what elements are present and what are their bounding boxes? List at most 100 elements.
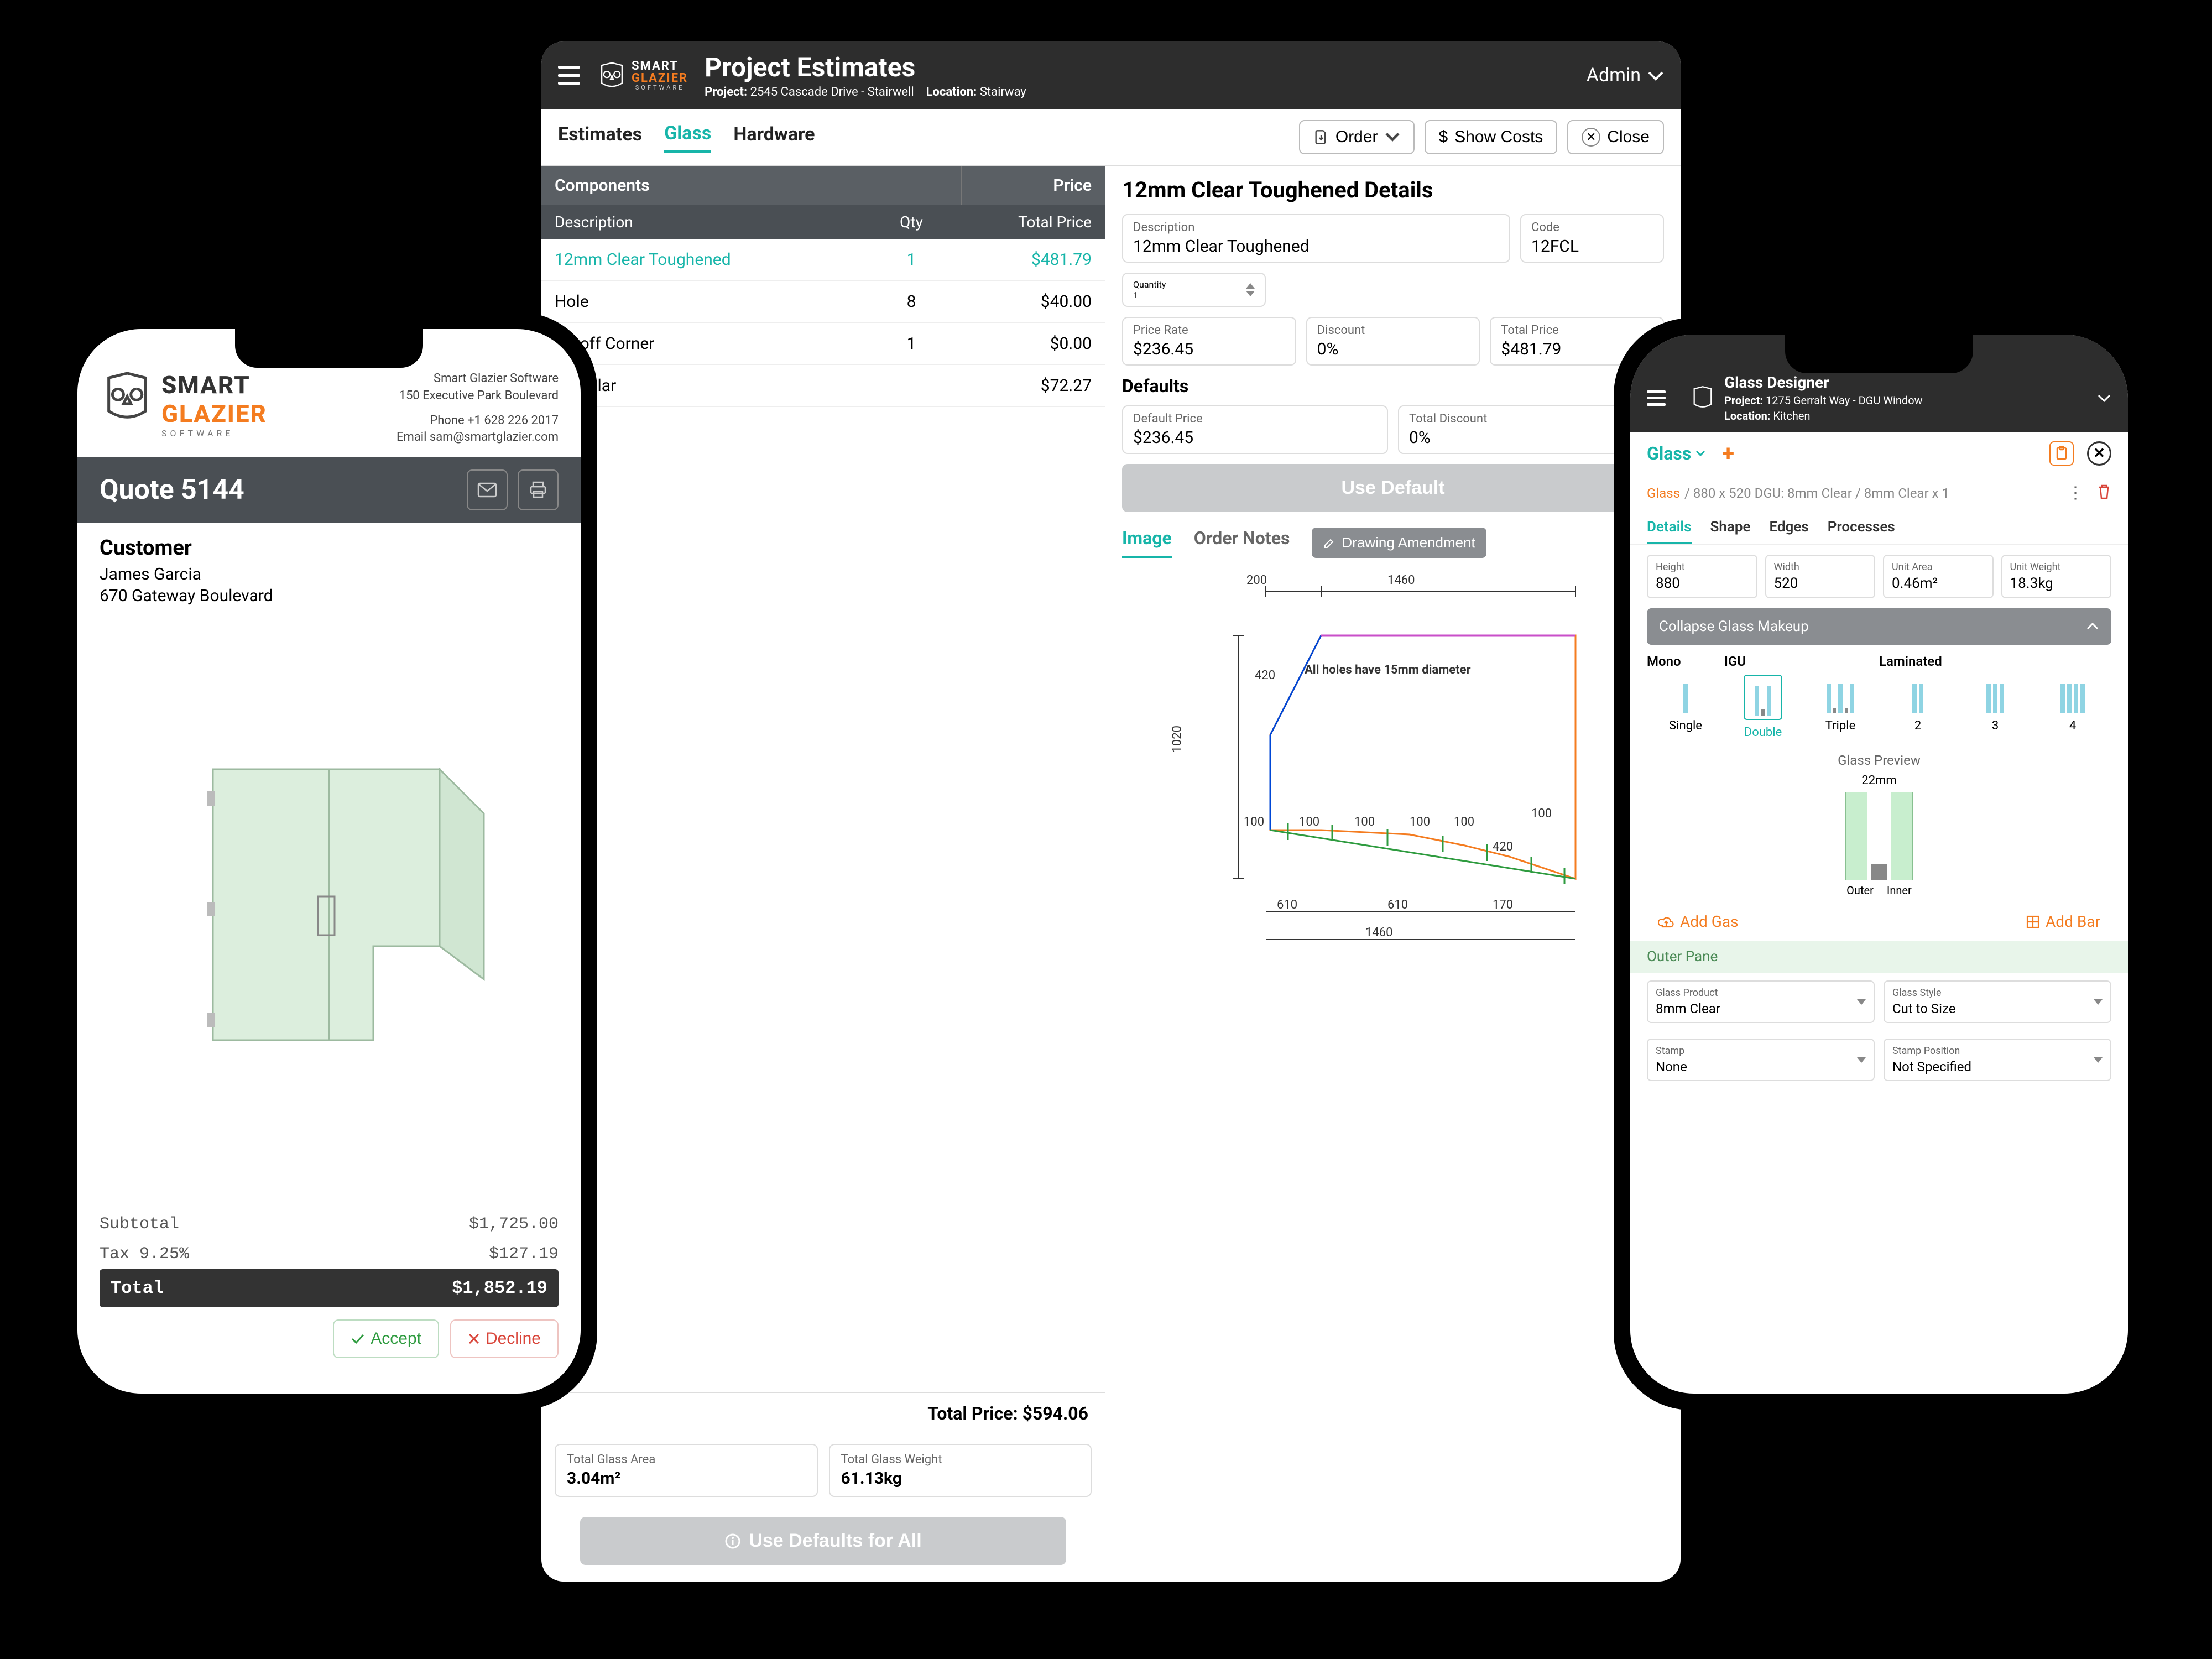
customer-address: 670 Gateway Boulevard [100,586,559,606]
menu-icon[interactable] [1647,390,1666,406]
tab-processes[interactable]: Processes [1828,512,1895,544]
tab-shape[interactable]: Shape [1710,512,1751,544]
stepper-up-icon[interactable] [1246,283,1255,289]
stamp-select[interactable]: StampNone [1647,1039,1875,1081]
email-button[interactable] [467,469,508,510]
outer-pane-section: Outer Pane [1630,941,2128,973]
use-default-button[interactable]: Use Default [1122,464,1664,512]
makeup-options: Single Double Triple 2 3 4 [1630,669,2128,745]
chevron-down-icon[interactable] [2097,393,2111,403]
tab-estimates[interactable]: Estimates [558,123,642,151]
use-defaults-all-button[interactable]: Use Defaults for All [580,1517,1066,1565]
cat-mono: Mono [1647,654,1724,669]
total-row: Total $1,852.19 [100,1269,559,1307]
tab-bar: Estimates Glass Hardware Order $ Show Co… [541,109,1681,166]
close-button[interactable]: ✕ [2087,441,2111,466]
preview-heading: Glass Preview [1630,753,2128,768]
phone-notch [235,329,423,368]
accept-button[interactable]: Accept [333,1319,439,1358]
dollar-icon: $ [1439,128,1448,147]
drawing-amendment-button[interactable]: Drawing Amendment [1312,528,1486,558]
customer-heading: Customer [100,536,559,560]
makeup-lam-2[interactable]: 2 [1879,675,1957,739]
price-rate-field[interactable]: Price Rate $236.45 [1122,317,1296,366]
table-row[interactable]: Cutoff Corner 1 $0.00 [541,323,1105,365]
owl-icon [597,60,627,91]
makeup-lam-4[interactable]: 4 [2034,675,2111,739]
width-field[interactable]: Width520 [1765,555,1876,598]
total-glass-area-card: Total Glass Area 3.04m² [555,1444,818,1497]
owl-icon [100,371,155,426]
show-costs-button[interactable]: $ Show Costs [1425,120,1558,154]
code-field[interactable]: Code 12FCL [1520,214,1664,263]
glass-product-select[interactable]: Glass Product8mm Clear [1647,980,1875,1023]
close-icon: ✕ [1582,128,1600,147]
details-panel: 12mm Clear Toughened Details Description… [1105,166,1681,1582]
order-button[interactable]: Order [1299,120,1415,154]
more-menu-icon[interactable]: ⋮ [2067,483,2084,503]
project-line: Project: 1275 Gerralt Way - DGU Window [1724,394,1923,407]
grid-icon [2026,915,2040,929]
table-row[interactable]: Irregular $72.27 [541,365,1105,407]
menu-icon[interactable] [558,66,580,85]
stepper-down-icon[interactable] [1246,291,1255,296]
caret-down-icon [2094,999,2103,1005]
description-field[interactable]: Description 12mm Clear Toughened [1122,214,1510,263]
components-header: Components Price [541,166,1105,205]
subtotal-row: Subtotal $1,725.00 [100,1209,559,1239]
tab-order-notes[interactable]: Order Notes [1194,528,1290,558]
print-button[interactable] [518,469,559,510]
tax-row: Tax 9.25% $127.19 [100,1239,559,1269]
quote-header: Quote 5144 [77,457,581,523]
close-button[interactable]: ✕ Close [1567,120,1664,154]
cat-laminated: Laminated [1879,654,1942,669]
stamp-position-select[interactable]: Stamp PositionNot Specified [1884,1039,2111,1081]
clipboard-icon [2055,446,2068,461]
caret-down-icon [1695,450,1705,457]
makeup-double[interactable]: Double [1724,675,1802,739]
tab-image[interactable]: Image [1122,528,1172,558]
trash-icon [2097,483,2111,500]
outer-pane-graphic [1845,792,1867,880]
clipboard-button[interactable] [2049,441,2074,466]
brand-glazier: GLAZIER [632,71,688,85]
glass-toolbar: Glass + ✕ [1630,432,2128,474]
crumb-glass[interactable]: Glass [1647,486,1680,501]
glass-style-select[interactable]: Glass StyleCut to Size [1884,980,2111,1023]
quantity-stepper[interactable]: Quantity 1 [1122,273,1266,307]
tab-hardware[interactable]: Hardware [733,123,815,151]
glass-3d-render [100,606,559,1209]
makeup-triple[interactable]: Triple [1802,675,1879,739]
collapse-makeup-toggle[interactable]: Collapse Glass Makeup [1647,608,2111,645]
caret-down-icon [1857,1057,1866,1063]
order-icon [1313,129,1329,145]
makeup-single[interactable]: Single [1647,675,1724,739]
decline-button[interactable]: Decline [450,1319,559,1358]
brand-logo: SMART GLAZIER SOFTWARE [161,371,267,439]
add-bar-button[interactable]: Add Bar [2026,912,2100,931]
phone-designer-device: Glass Designer Project: 1275 Gerralt Way… [1614,318,2145,1410]
height-field[interactable]: Height880 [1647,555,1757,598]
table-row[interactable]: Hole 8 $40.00 [541,281,1105,323]
defaults-heading: Defaults [1122,375,1664,397]
location-line: Location: Kitchen [1724,409,1923,422]
tab-edges[interactable]: Edges [1769,512,1808,544]
tab-details[interactable]: Details [1647,512,1692,544]
brand-software: SOFTWARE [632,85,688,91]
detail-tabs: Details Shape Edges Processes [1630,512,2128,545]
user-menu[interactable]: Admin [1587,64,1664,86]
add-gas-button[interactable]: Add Gas [1658,912,1739,931]
glass-dropdown[interactable]: Glass [1647,443,1705,464]
add-glass-button[interactable]: + [1722,440,1734,466]
edit-icon [1323,536,1336,550]
app-header: SMART GLAZIER SOFTWARE Project Estimates… [541,41,1681,109]
check-icon [351,1333,365,1345]
caret-down-icon [1857,999,1866,1005]
mail-icon [477,482,497,498]
table-row[interactable]: 12mm Clear Toughened 1 $481.79 [541,239,1105,281]
makeup-lam-3[interactable]: 3 [1957,675,2034,739]
discount-field[interactable]: Discount 0% [1306,317,1480,366]
delete-button[interactable] [2097,483,2111,503]
phone-quote-screen: SMART GLAZIER SOFTWARE Smart Glazier Sof… [77,329,581,1394]
tab-glass[interactable]: Glass [664,122,711,153]
